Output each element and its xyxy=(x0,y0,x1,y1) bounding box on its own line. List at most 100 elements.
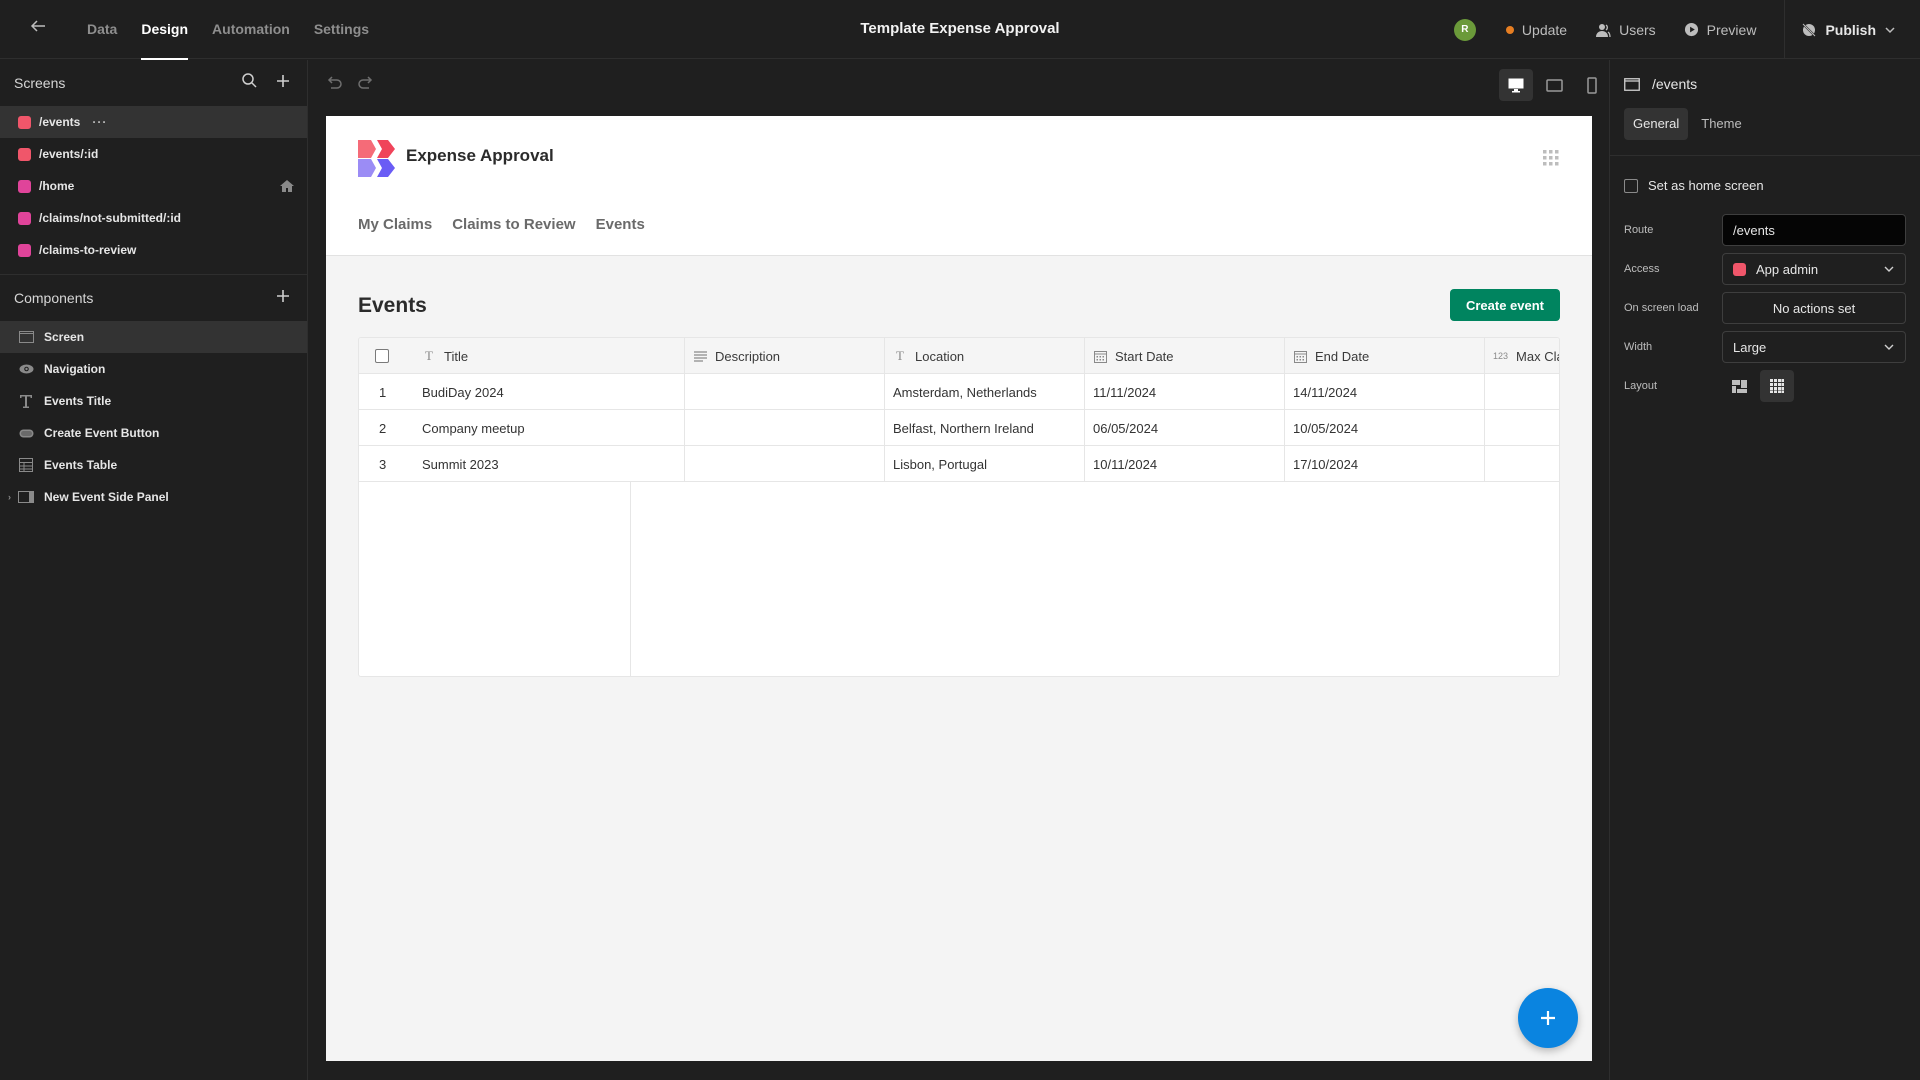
column-header-max-claim[interactable]: 123 Max Claim xyxy=(1485,338,1559,374)
screen-item-claims-not-submitted[interactable]: /claims/not-submitted/:id xyxy=(0,202,307,234)
set-home-screen-checkbox[interactable]: Set as home screen xyxy=(1624,178,1764,193)
app-name: Expense Approval xyxy=(406,146,554,165)
route-input[interactable]: /events xyxy=(1722,214,1906,246)
mobile-view-button[interactable] xyxy=(1575,69,1609,101)
column-label: Location xyxy=(915,348,965,364)
add-screen-button[interactable] xyxy=(273,72,293,92)
components-heading: Components xyxy=(14,290,94,306)
column-header-description[interactable]: Description xyxy=(685,338,885,374)
more-options-icon[interactable]: ··· xyxy=(92,115,107,129)
layout-grid-button[interactable] xyxy=(1760,370,1794,402)
component-item-events-title[interactable]: Events Title xyxy=(0,385,307,417)
width-label: Width xyxy=(1624,341,1653,353)
screen-color-swatch xyxy=(18,243,31,257)
component-item-events-table[interactable]: Events Table xyxy=(0,449,307,481)
column-header-location[interactable]: T Location xyxy=(885,338,1085,374)
chevron-right-icon[interactable]: › xyxy=(8,492,11,502)
sticky-column-divider xyxy=(630,482,631,676)
table-row[interactable]: 3 Summit 2023 Lisbon, Portugal 10/11/202… xyxy=(359,446,1559,482)
component-item-navigation[interactable]: Navigation xyxy=(0,353,307,385)
chevron-down-icon xyxy=(1885,26,1895,33)
top-right-actions: R Update Users Preview Publish xyxy=(1453,0,1920,59)
search-screens-button[interactable] xyxy=(239,72,259,92)
select-all-checkbox[interactable] xyxy=(375,349,389,363)
back-button[interactable] xyxy=(26,17,50,41)
role-color-swatch xyxy=(1733,262,1746,276)
tab-settings[interactable]: Settings xyxy=(302,0,381,59)
column-label: End Date xyxy=(1315,348,1370,364)
screen-color-swatch xyxy=(18,147,31,161)
screen-item-claims-to-review[interactable]: /claims-to-review xyxy=(0,234,307,266)
table-row[interactable]: 2 Company meetup Belfast, Northern Irela… xyxy=(359,410,1559,446)
width-value: Large xyxy=(1733,339,1767,355)
chevron-down-icon xyxy=(1884,266,1894,272)
left-sidebar: Screens /events ··· /events/:id /home /c… xyxy=(0,60,308,1080)
tab-general[interactable]: General xyxy=(1624,108,1689,140)
cell-description xyxy=(685,374,885,410)
tab-data[interactable]: Data xyxy=(75,0,129,59)
layout-field: Layout xyxy=(1624,370,1907,402)
publish-button[interactable]: Publish xyxy=(1784,0,1920,59)
screen-route: /claims/not-submitted/:id xyxy=(39,211,182,225)
screen-item-home[interactable]: /home xyxy=(0,170,307,202)
table-row[interactable]: 1 BudiDay 2024 Amsterdam, Netherlands 11… xyxy=(359,374,1559,410)
screen-color-swatch xyxy=(18,115,31,129)
nav-link-events[interactable]: Events xyxy=(596,216,645,233)
layout-grid-icon xyxy=(1770,379,1784,393)
on-screen-load-button[interactable]: No actions set xyxy=(1722,292,1906,324)
preview-label: Preview xyxy=(1706,21,1757,38)
users-button[interactable]: Users xyxy=(1595,22,1656,38)
cell-start-date: 06/05/2024 xyxy=(1085,410,1285,446)
component-label: Events Table xyxy=(44,458,118,472)
eye-icon xyxy=(19,364,33,374)
arrow-left-icon xyxy=(30,20,45,32)
app-preview-canvas[interactable]: Expense Approval My Claims Claims to Rev… xyxy=(326,116,1592,1061)
screens-list: /events ··· /events/:id /home /claims/no… xyxy=(0,106,307,266)
access-select[interactable]: App admin xyxy=(1722,253,1906,285)
avatar[interactable]: R xyxy=(1453,18,1476,41)
component-item-create-event-button[interactable]: Create Event Button xyxy=(0,417,307,449)
component-item-new-event-side-panel[interactable]: › New Event Side Panel xyxy=(0,481,307,513)
redo-icon[interactable] xyxy=(357,74,375,92)
width-field: Width Large xyxy=(1624,331,1907,363)
cell-end-date: 10/05/2024 xyxy=(1285,410,1485,446)
tab-automation[interactable]: Automation xyxy=(200,0,302,59)
app-logo-icon xyxy=(358,140,395,177)
add-component-button[interactable] xyxy=(273,287,293,307)
tab-theme[interactable]: Theme xyxy=(1692,108,1750,140)
width-select[interactable]: Large xyxy=(1722,331,1906,363)
preview-button[interactable]: Preview xyxy=(1684,21,1757,38)
text-icon xyxy=(20,395,32,408)
component-item-screen[interactable]: Screen xyxy=(0,321,307,353)
tablet-view-button[interactable] xyxy=(1537,69,1571,101)
checkbox[interactable] xyxy=(1624,178,1638,193)
screen-item-events[interactable]: /events ··· xyxy=(0,106,307,138)
nav-link-my-claims[interactable]: My Claims xyxy=(358,216,432,233)
tab-design[interactable]: Design xyxy=(129,0,200,60)
desktop-icon xyxy=(1508,78,1524,92)
plus-icon xyxy=(277,75,289,87)
cell-end-date: 14/11/2024 xyxy=(1285,374,1485,410)
grid-dots-icon[interactable] xyxy=(1542,149,1560,167)
row-index: 3 xyxy=(379,456,387,472)
component-label: Events Title xyxy=(44,394,112,408)
plus-icon xyxy=(277,290,289,302)
add-component-fab[interactable] xyxy=(1518,988,1578,1048)
calendar-icon xyxy=(1293,349,1307,363)
nav-link-claims-to-review[interactable]: Claims to Review xyxy=(452,216,575,233)
long-text-icon xyxy=(693,349,707,363)
screen-item-events-id[interactable]: /events/:id xyxy=(0,138,307,170)
component-label: New Event Side Panel xyxy=(44,490,169,504)
component-label: Navigation xyxy=(44,362,106,376)
undo-icon[interactable] xyxy=(325,74,343,92)
layout-flex-button[interactable] xyxy=(1722,370,1756,402)
column-header-end-date[interactable]: End Date xyxy=(1285,338,1485,374)
create-event-button[interactable]: Create event xyxy=(1450,289,1560,321)
column-header-title[interactable]: T Title xyxy=(414,338,685,374)
update-button[interactable]: Update xyxy=(1505,22,1567,38)
column-header-start-date[interactable]: Start Date xyxy=(1085,338,1285,374)
desktop-view-button[interactable] xyxy=(1499,69,1533,101)
checkbox-label: Set as home screen xyxy=(1648,178,1764,193)
search-icon xyxy=(242,73,257,88)
selected-screen-route: /events xyxy=(1652,76,1698,92)
